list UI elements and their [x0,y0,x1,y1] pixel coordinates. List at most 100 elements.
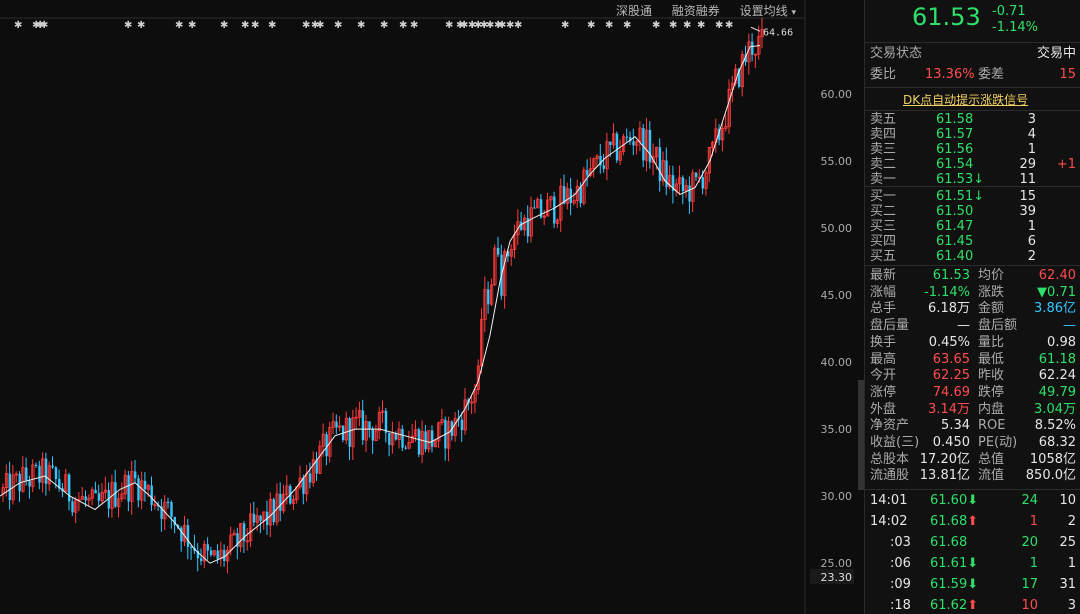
event-marker[interactable]: ✱ [561,20,569,31]
event-marker[interactable]: ✱ [220,20,228,31]
stat-value: 62.25 [932,368,970,384]
event-marker[interactable]: ✱ [652,20,660,31]
price-change: -0.71 [992,4,1026,19]
kline-chart-area[interactable]: 60.00 55.00 50.00 45.00 40.00 35.00 30.00 25.00… [0,0,858,614]
tick-volume: 10 [1021,598,1038,613]
event-marker[interactable]: ✱ [445,20,453,31]
tick-price: 61.68 [930,536,967,550]
margin-trading-link[interactable]: 融资融券 [672,4,720,18]
kline-chart[interactable]: 60.00 55.00 50.00 45.00 40.00 35.00 30.00 25.00… [0,0,858,614]
event-marker[interactable]: ✱ [175,20,183,31]
candle-body [460,419,464,431]
stat-value: 1058亿 [1029,451,1076,467]
stat-label: 涨幅 [870,284,897,300]
panel-row: 换手 0.45% 量比 0.98 [870,334,1076,350]
event-marker[interactable]: ✱ [316,20,324,31]
tick-volume: 20 [1021,535,1038,550]
tick-price: 61.61⬇ [930,557,978,571]
stat-value: 0.98 [1047,334,1076,350]
sell-volume: 3 [1027,112,1036,127]
buy-volume: 1 [1027,219,1036,234]
event-marker[interactable]: ✱ [725,20,733,31]
event-marker[interactable]: ✱ [605,20,613,31]
event-marker[interactable]: ✱ [251,20,259,31]
buy-price: 61.45 [936,234,974,249]
candle-body [695,172,698,178]
panel-row: 外盘 3.14万 内盘 3.04万 [870,401,1076,417]
tick-price: 61.60⬇ [930,494,978,508]
candle-body [223,550,226,561]
sell-price: 61.53↓ [936,172,985,187]
tick-time: :06 [890,556,911,571]
candle-body [8,473,11,501]
event-marker[interactable]: ✱ [334,20,342,31]
tick-volume: 24 [1021,493,1038,508]
event-marker[interactable]: ✱ [302,20,310,31]
stat-label: 金额 [978,301,1005,317]
divider [865,186,1080,187]
shgt-link[interactable]: 深股通 [616,4,652,18]
candle-body [279,493,282,511]
sell-volume: 1 [1027,142,1036,157]
event-marker[interactable]: ✱ [410,20,418,31]
stat-value: 61.18 [1038,351,1076,367]
candle-body [134,471,137,479]
sell-volume-change: +1 [1056,157,1076,172]
y-tick-label: 45.00 [821,289,853,302]
order-ratio-label: 委比 [870,67,897,82]
event-markers: ✱ ✱ ✱ ✱ ✱ ✱ ✱ ✱ ✱ ✱ ✱ ✱ ✱ ✱ ✱ ✱ ✱ ✱ ✱ ✱ ✱ ✱ ✱ ✱ ✱ ✱ ✱ ✱ ✱ ✱ ✱ ✱ ✱ ✱ ✱ ✱ ✱ ✱ ✱ ✱… [0,20,805,34]
order-ratio-row: 委比 13.36% 委差 15 [870,68,1076,82]
tick-volume: 1 [1029,556,1038,571]
panel-row: :06 61.61⬇ 1 1 [870,557,1076,571]
event-marker[interactable]: ✱ [683,20,691,31]
stat-value: — [1063,318,1076,334]
event-marker[interactable]: ✱ [14,20,22,31]
candle-body [54,467,58,480]
event-marker[interactable]: ✱ [623,20,631,31]
stat-label: 净资产 [870,418,910,434]
sell-level-label: 卖一 [870,172,897,187]
sell-level-label: 卖三 [870,142,897,157]
candle-body [417,429,421,455]
stat-label: ROE [978,418,1006,434]
event-marker[interactable]: ✱ [715,20,723,31]
sell-volume: 29 [1019,157,1036,172]
price-change-percent: -1.14% [992,20,1038,35]
current-price: 61.53 [912,3,981,31]
event-marker[interactable]: ✱ [241,20,249,31]
event-marker[interactable]: ✱ [514,20,522,31]
dk-signal-link[interactable]: DK点自动提示涨跌信号 [903,91,1028,108]
ma-settings-link[interactable]: 设置均线 ▾ [740,4,796,18]
candle-body [487,289,490,305]
tick-count: 2 [1067,514,1076,529]
event-marker[interactable]: ✱ [697,20,705,31]
buy-price: 61.40 [936,249,974,264]
stat-label: 总手 [870,301,897,317]
event-marker[interactable]: ✱ [669,20,677,31]
trading-status-row: 交易状态 交易中 [870,47,1076,61]
event-marker[interactable]: ✱ [357,20,365,31]
candle-body [167,502,170,504]
event-marker[interactable]: ✱ [188,20,196,31]
event-marker[interactable]: ✱ [124,20,132,31]
candle-body [186,525,190,547]
stat-value: 3.14万 [928,401,970,417]
event-marker[interactable]: ✱ [587,20,595,31]
stat-label: 流通股 [870,468,910,484]
event-marker[interactable]: ✱ [137,20,145,31]
up-arrow-icon: ⬆ [967,598,979,613]
tick-volume: 1 [1029,514,1038,529]
event-marker[interactable]: ✱ [40,20,48,31]
buy-level-label: 买一 [870,189,897,204]
candle-body [308,473,312,483]
event-marker[interactable]: ✱ [380,20,388,31]
event-marker[interactable]: ✱ [399,20,407,31]
event-marker[interactable]: ✱ [268,20,276,31]
stat-value: 49.79 [1038,384,1076,400]
stat-label: 换手 [870,334,897,350]
candle-body [424,431,427,450]
panel-row: 收益(三) 0.450 PE(动) 68.32 [870,436,1076,450]
y-tick-label: 55.00 [821,155,853,168]
stat-value: 8.52% [1034,418,1076,434]
stat-label: 昨收 [978,368,1005,384]
